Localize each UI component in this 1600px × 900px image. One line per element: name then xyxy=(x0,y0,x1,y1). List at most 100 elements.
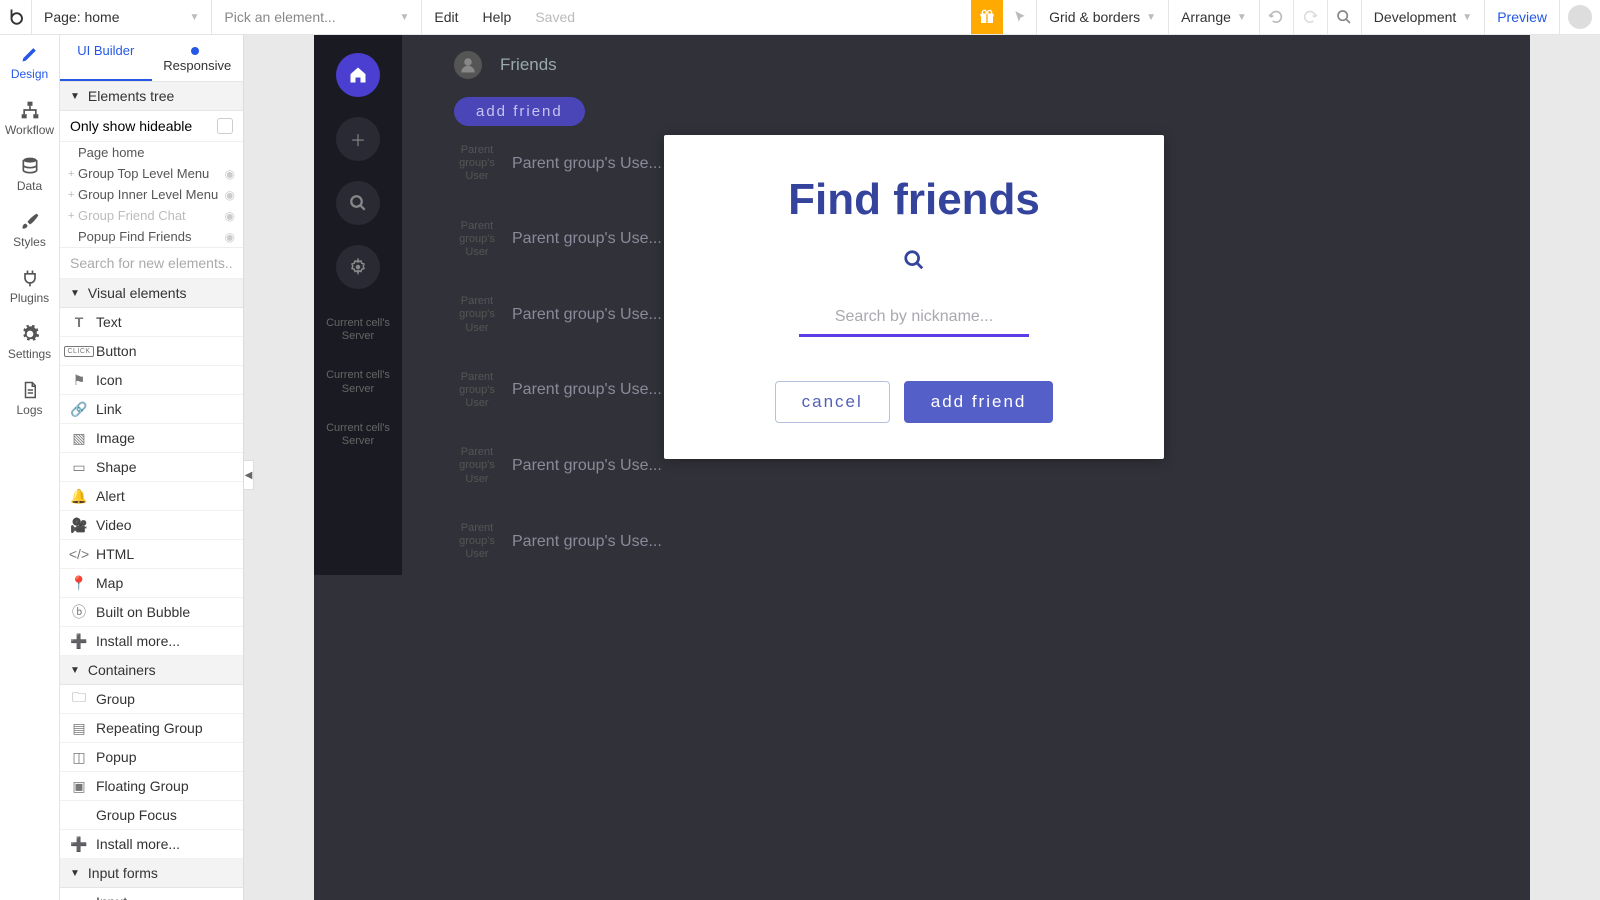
gift-button[interactable] xyxy=(971,0,1003,34)
pointer-tool[interactable] xyxy=(1003,0,1037,34)
palette-group-focus[interactable]: Group Focus xyxy=(60,801,243,830)
palette-alert[interactable]: 🔔Alert xyxy=(60,482,243,511)
canvas[interactable]: ＋ Current cell's Server Current cell's S… xyxy=(244,35,1600,900)
workflow-icon xyxy=(19,99,41,121)
side-panel: UI Builder Responsive ▼ Elements tree On… xyxy=(60,35,244,900)
dot-icon xyxy=(191,47,199,55)
arrange-dropdown[interactable]: Arrange ▼ xyxy=(1169,0,1260,34)
design-icon xyxy=(19,43,41,65)
element-picker-dropdown[interactable]: Pick an element... ▼ xyxy=(212,0,422,34)
app-logo[interactable] xyxy=(0,0,32,34)
home-icon xyxy=(336,53,380,97)
palette-button[interactable]: CLICKButton xyxy=(60,337,243,366)
visual-elements-header[interactable]: ▼ Visual elements xyxy=(60,279,243,308)
palette-group[interactable]: 🗀Group xyxy=(60,685,243,714)
chevron-down-icon: ▼ xyxy=(70,288,80,299)
only-hideable-checkbox[interactable] xyxy=(217,118,233,134)
tree-node-popup-find-friends[interactable]: Popup Find Friends◉ xyxy=(60,226,243,247)
input-forms-header[interactable]: ▼ Input forms xyxy=(60,859,243,888)
palette-repeating-group[interactable]: ▤Repeating Group xyxy=(60,714,243,743)
palette-text[interactable]: TText xyxy=(60,308,243,337)
account-avatar[interactable] xyxy=(1560,0,1600,34)
image-icon: ▧ xyxy=(70,429,88,447)
rail-plugins[interactable]: Plugins xyxy=(0,259,59,315)
element-search-row xyxy=(60,247,243,279)
page-dropdown[interactable]: Page: home ▼ xyxy=(32,0,212,34)
search-icon xyxy=(336,181,380,225)
tab-ui-builder[interactable]: UI Builder xyxy=(60,35,152,81)
bell-icon: 🔔 xyxy=(70,487,88,505)
gear-icon xyxy=(19,323,41,345)
popup-title: Find friends xyxy=(704,175,1124,225)
shape-icon: ▭ xyxy=(70,458,88,476)
containers-header[interactable]: ▼ Containers xyxy=(60,656,243,685)
eye-icon[interactable]: ◉ xyxy=(225,230,235,244)
rail-data[interactable]: Data xyxy=(0,147,59,203)
folder-icon: 🗀 xyxy=(70,690,88,708)
panel-collapse-handle[interactable]: ◀ xyxy=(244,460,254,490)
help-menu[interactable]: Help xyxy=(471,0,524,34)
brush-icon xyxy=(19,211,41,233)
palette-link[interactable]: 🔗Link xyxy=(60,395,243,424)
palette-video[interactable]: 🎥Video xyxy=(60,511,243,540)
palette-icon[interactable]: ⚑Icon xyxy=(60,366,243,395)
element-search-input[interactable] xyxy=(60,248,243,278)
rail-logs[interactable]: Logs xyxy=(0,371,59,427)
environment-dropdown[interactable]: Development ▼ xyxy=(1362,0,1485,34)
text-icon: T xyxy=(70,313,88,331)
edit-menu[interactable]: Edit xyxy=(422,0,470,34)
rail-settings[interactable]: Settings xyxy=(0,315,59,371)
cancel-button[interactable]: cancel xyxy=(775,381,890,423)
palette-install-more-containers[interactable]: ➕Install more... xyxy=(60,830,243,859)
add-friend-button[interactable]: add friend xyxy=(904,381,1054,423)
palette-map[interactable]: 📍Map xyxy=(60,569,243,598)
avatar-icon xyxy=(1568,5,1592,29)
plugin-icon xyxy=(19,267,41,289)
rail-design[interactable]: Design xyxy=(0,35,59,91)
top-toolbar: Page: home ▼ Pick an element... ▼ Edit H… xyxy=(0,0,1600,35)
tree-node-top-menu[interactable]: +Group Top Level Menu◉ xyxy=(60,163,243,184)
button-icon: CLICK xyxy=(70,342,88,360)
popup-icon: ◫ xyxy=(70,748,88,766)
grid-borders-dropdown[interactable]: Grid & borders ▼ xyxy=(1037,0,1169,34)
search-nickname-input[interactable] xyxy=(799,302,1029,337)
chevron-down-icon: ▼ xyxy=(1237,12,1247,23)
panel-tabs: UI Builder Responsive xyxy=(60,35,243,82)
rail-workflow[interactable]: Workflow xyxy=(0,91,59,147)
tree-node-inner-menu[interactable]: +Group Inner Level Menu◉ xyxy=(60,184,243,205)
preview-button[interactable]: Preview xyxy=(1485,0,1560,34)
palette-input[interactable]: ▭Input xyxy=(60,888,243,900)
flag-icon: ⚑ xyxy=(70,371,88,389)
eye-icon[interactable]: ◉ xyxy=(225,209,235,223)
element-picker-label: Pick an element... xyxy=(224,9,335,25)
elements-tree-header[interactable]: ▼ Elements tree xyxy=(60,82,243,111)
bg-app-sidebar: ＋ Current cell's Server Current cell's S… xyxy=(314,35,402,575)
redo-button[interactable] xyxy=(1294,0,1328,34)
logs-icon xyxy=(19,379,41,401)
plus-icon: ➕ xyxy=(70,835,88,853)
element-palette[interactable]: ▼ Visual elements TText CLICKButton ⚑Ico… xyxy=(60,279,243,900)
tab-responsive[interactable]: Responsive xyxy=(152,35,244,81)
palette-html[interactable]: </>HTML xyxy=(60,540,243,569)
eye-icon[interactable]: ◉ xyxy=(225,188,235,202)
find-friends-popup: Find friends cancel add friend xyxy=(664,135,1164,459)
palette-install-more-visual[interactable]: ➕Install more... xyxy=(60,627,243,656)
palette-built-on-bubble[interactable]: ⓑBuilt on Bubble xyxy=(60,598,243,627)
bubble-icon: ⓑ xyxy=(70,603,88,621)
palette-floating-group[interactable]: ▣Floating Group xyxy=(60,772,243,801)
search-button[interactable] xyxy=(1328,0,1362,34)
repeating-icon: ▤ xyxy=(70,719,88,737)
undo-button[interactable] xyxy=(1260,0,1294,34)
gear-icon xyxy=(336,245,380,289)
video-icon: 🎥 xyxy=(70,516,88,534)
palette-shape[interactable]: ▭Shape xyxy=(60,453,243,482)
server-cell-label: Current cell's Server xyxy=(314,361,402,413)
chevron-down-icon: ▼ xyxy=(190,12,200,23)
eye-icon[interactable]: ◉ xyxy=(225,167,235,181)
tree-node-friend-chat[interactable]: +Group Friend Chat◉ xyxy=(60,205,243,226)
plus-icon: ➕ xyxy=(70,632,88,650)
rail-styles[interactable]: Styles xyxy=(0,203,59,259)
palette-image[interactable]: ▧Image xyxy=(60,424,243,453)
tree-node-page[interactable]: Page home xyxy=(60,142,243,163)
palette-popup[interactable]: ◫Popup xyxy=(60,743,243,772)
